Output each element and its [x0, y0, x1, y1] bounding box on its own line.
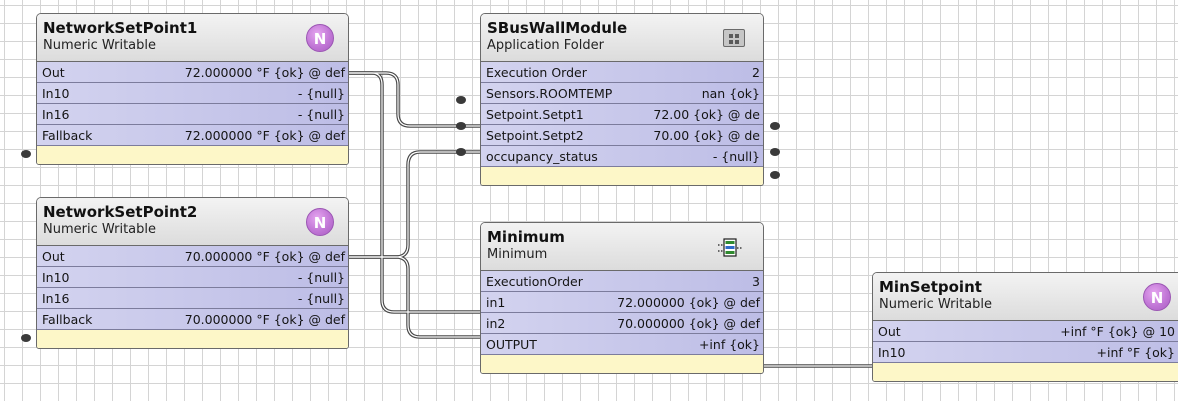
slot-execution-order[interactable]: Execution Order 2: [481, 62, 763, 83]
slot-value: 72.000000 {ok} @ def: [617, 294, 760, 310]
slot-output[interactable]: OUTPUT +inf {ok}: [481, 334, 763, 355]
slot-value: 70.00 {ok} @ de: [653, 127, 760, 143]
slot-name: In10: [878, 344, 906, 360]
block-header[interactable]: MinSetpoint Numeric Writable N: [873, 273, 1178, 321]
slot-name: In16: [42, 106, 70, 122]
block-type: Numeric Writable: [43, 222, 157, 237]
slot-in10[interactable]: In10 - {null}: [37, 267, 348, 288]
link-pin[interactable]: [456, 122, 466, 130]
slot-name: In10: [42, 85, 70, 101]
slot-fallback[interactable]: Fallback 72.000000 °F {ok} @ def: [37, 125, 348, 146]
wire-nsp1-out-to-min-in1: [348, 71, 480, 314]
slot-name: Out: [878, 323, 901, 339]
link-pin[interactable]: [21, 150, 31, 158]
slot-setpoint-setpt2[interactable]: Setpoint.Setpt2 70.00 {ok} @ de: [481, 125, 763, 146]
block-footer: [37, 146, 348, 164]
block-title: MinSetpoint: [879, 278, 982, 296]
slot-value: +inf {ok}: [698, 336, 760, 352]
slot-fallback[interactable]: Fallback 70.000000 °F {ok} @ def: [37, 309, 348, 330]
slot-out[interactable]: Out +inf °F {ok} @ 10: [873, 321, 1178, 342]
slot-value: 70.000000 °F {ok} @ def: [184, 311, 345, 327]
slot-execution-order[interactable]: ExecutionOrder 3: [481, 271, 763, 292]
slot-value: - {null}: [297, 106, 345, 122]
slot-in16[interactable]: In16 - {null}: [37, 288, 348, 309]
block-title: SBusWallModule: [487, 19, 628, 37]
slot-name: in2: [486, 315, 506, 331]
slot-name: Fallback: [42, 311, 93, 327]
slot-name: Sensors.ROOMTEMP: [486, 85, 613, 101]
block-header[interactable]: NetworkSetPoint2 Numeric Writable N: [37, 198, 348, 246]
minimum-icon: [718, 238, 742, 257]
networksetpoint2-block[interactable]: NetworkSetPoint2 Numeric Writable N Out …: [36, 197, 349, 349]
slot-name: Out: [42, 64, 65, 80]
link-pin[interactable]: [456, 148, 466, 156]
slot-in1[interactable]: in1 72.000000 {ok} @ def: [481, 292, 763, 313]
minimum-block[interactable]: Minimum Minimum ExecutionOrder 3 in1 72.…: [480, 222, 764, 374]
slot-name: In16: [42, 290, 70, 306]
slot-value: - {null}: [297, 290, 345, 306]
block-header[interactable]: Minimum Minimum: [481, 223, 763, 271]
slot-value: +inf °F {ok} @ 10: [1060, 323, 1175, 339]
block-footer: [873, 363, 1178, 381]
slot-value: 2: [752, 64, 760, 80]
wire-nsp2-out-to-min-in2: [348, 255, 480, 339]
slot-name: ExecutionOrder: [486, 273, 583, 289]
slot-name: OUTPUT: [486, 336, 537, 352]
block-title: NetworkSetPoint1: [43, 19, 198, 37]
block-type: Numeric Writable: [879, 297, 993, 312]
slot-name: Setpoint.Setpt2: [486, 127, 584, 143]
slot-in2[interactable]: in2 70.000000 {ok} @ def: [481, 313, 763, 334]
block-footer: [37, 330, 348, 348]
block-type: Numeric Writable: [43, 38, 157, 53]
slot-value: - {null}: [712, 148, 760, 164]
slot-out[interactable]: Out 72.000000 °F {ok} @ def: [37, 62, 348, 83]
slot-in10[interactable]: In10 +inf °F {ok}: [873, 342, 1178, 363]
slot-name: Setpoint.Setpt1: [486, 106, 584, 122]
link-pin[interactable]: [770, 148, 780, 156]
slot-name: Execution Order: [486, 64, 587, 80]
slot-value: - {null}: [297, 269, 345, 285]
slot-in10[interactable]: In10 - {null}: [37, 83, 348, 104]
link-pin[interactable]: [21, 334, 31, 342]
slot-name: In10: [42, 269, 70, 285]
slot-setpoint-setpt1[interactable]: Setpoint.Setpt1 72.00 {ok} @ de: [481, 104, 763, 125]
link-pin[interactable]: [770, 171, 780, 179]
slot-value: - {null}: [297, 85, 345, 101]
slot-name: Out: [42, 248, 65, 264]
wire-nsp2-out-to-setpt2: [348, 150, 480, 259]
slot-name: Fallback: [42, 127, 93, 143]
application-folder-icon: [723, 29, 745, 47]
slot-value: 72.000000 °F {ok} @ def: [184, 64, 345, 80]
minsetpoint-block[interactable]: MinSetpoint Numeric Writable N Out +inf …: [872, 272, 1178, 382]
link-pin[interactable]: [456, 96, 466, 104]
block-title: NetworkSetPoint2: [43, 203, 198, 221]
networksetpoint1-block[interactable]: NetworkSetPoint1 Numeric Writable N Out …: [36, 13, 349, 165]
link-pin[interactable]: [770, 122, 780, 130]
slot-name: occupancy_status: [486, 148, 598, 164]
slot-in16[interactable]: In16 - {null}: [37, 104, 348, 125]
slot-occupancy-status[interactable]: occupancy_status - {null}: [481, 146, 763, 167]
numeric-writable-icon: N: [306, 24, 334, 52]
block-footer: [481, 167, 763, 185]
slot-value: 70.000000 {ok} @ def: [617, 315, 760, 331]
slot-out[interactable]: Out 70.000000 °F {ok} @ def: [37, 246, 348, 267]
slot-value: nan {ok}: [701, 85, 760, 101]
numeric-writable-icon: N: [1143, 283, 1171, 311]
slot-value: 70.000000 °F {ok} @ def: [184, 248, 345, 264]
block-header[interactable]: SBusWallModule Application Folder: [481, 14, 763, 62]
block-footer: [481, 355, 763, 373]
slot-value: 72.000000 °F {ok} @ def: [184, 127, 345, 143]
sbuswallmodule-block[interactable]: SBusWallModule Application Folder Execut…: [480, 13, 764, 186]
slot-value: 72.00 {ok} @ de: [653, 106, 760, 122]
slot-name: in1: [486, 294, 506, 310]
block-type: Application Folder: [487, 38, 604, 53]
slot-sensors-roomtemp[interactable]: Sensors.ROOMTEMP nan {ok}: [481, 83, 763, 104]
numeric-writable-icon: N: [306, 208, 334, 236]
slot-value: 3: [752, 273, 760, 289]
slot-value: +inf °F {ok}: [1096, 344, 1175, 360]
block-header[interactable]: NetworkSetPoint1 Numeric Writable N: [37, 14, 348, 62]
